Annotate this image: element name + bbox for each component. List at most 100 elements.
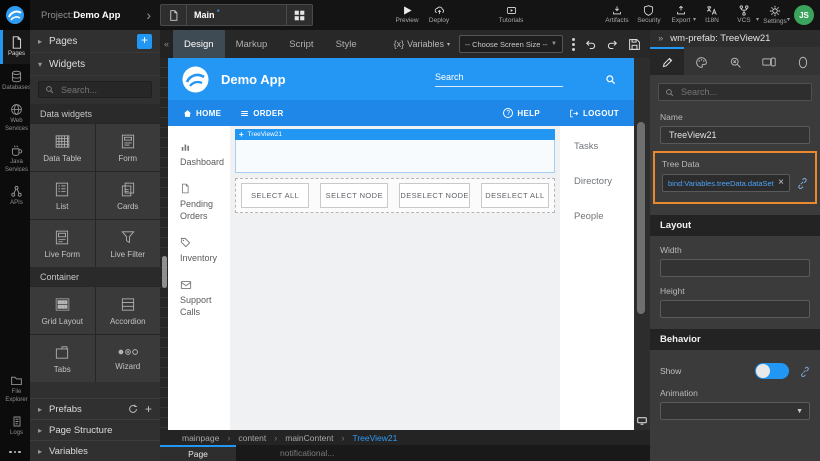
widget-accordion[interactable]: Accordion: [96, 287, 161, 334]
rail-item-pages[interactable]: Pages: [0, 30, 30, 64]
active-page[interactable]: Main *: [186, 5, 286, 25]
link-directory[interactable]: Directory: [574, 176, 634, 187]
properties-search-box[interactable]: [658, 83, 812, 101]
grid-menu-icon[interactable]: [286, 5, 312, 25]
rail-more-icon[interactable]: [0, 443, 30, 461]
widget-search-box[interactable]: [38, 81, 152, 98]
rail-item-apis[interactable]: APIs: [0, 179, 30, 213]
expand-panel-icon[interactable]: »: [658, 33, 663, 44]
link-tasks[interactable]: Tasks: [574, 141, 634, 152]
button-row-container[interactable]: SELECT ALL SELECT NODE DESELECT NODE DES…: [235, 178, 555, 213]
tab-script[interactable]: Script: [278, 30, 324, 58]
menu-dashboard[interactable]: Dashboard: [180, 142, 230, 168]
sidebar-section-page-structure[interactable]: ▸ Page Structure: [30, 419, 160, 440]
widget-list[interactable]: List: [30, 172, 95, 219]
widget-wizard[interactable]: Wizard: [96, 335, 161, 382]
ruler-scrollbar-thumb[interactable]: [162, 256, 167, 288]
breadcrumb-item[interactable]: content: [238, 433, 266, 443]
tab-styles[interactable]: [684, 47, 718, 75]
name-input[interactable]: [667, 129, 803, 141]
menu-support-calls[interactable]: Support Calls: [180, 280, 230, 318]
tab-design[interactable]: Design: [173, 30, 225, 58]
select-node-button[interactable]: SELECT NODE: [320, 183, 388, 208]
menu-pending-orders[interactable]: Pending Orders: [180, 183, 230, 222]
preview-button[interactable]: Preview: [391, 0, 423, 30]
tab-properties[interactable]: [650, 47, 684, 75]
behavior-section-header[interactable]: Behavior: [650, 329, 820, 350]
tab-device[interactable]: [752, 47, 786, 75]
app-search-field[interactable]: Search: [435, 72, 563, 87]
wavemaker-logo[interactable]: [0, 0, 30, 30]
deselect-all-button[interactable]: DESELECT ALL: [481, 183, 549, 208]
sidebar-section-pages[interactable]: ▸ Pages +: [30, 30, 160, 53]
tab-markup[interactable]: Markup: [225, 30, 279, 58]
widget-tabs[interactable]: Tabs: [30, 335, 95, 382]
artifacts-button[interactable]: Artifacts: [601, 0, 633, 30]
refresh-icon[interactable]: [128, 404, 138, 414]
nav-help[interactable]: ? HELP: [503, 108, 540, 118]
widget-search-input[interactable]: [59, 84, 145, 96]
show-bind-link-icon[interactable]: [799, 366, 810, 377]
widget-data-table[interactable]: Data Table: [30, 124, 95, 171]
redo-icon[interactable]: [606, 38, 619, 50]
i18n-button[interactable]: I18N: [696, 0, 728, 30]
deselect-node-button[interactable]: DESELECT NODE: [399, 183, 469, 208]
screen-size-select[interactable]: -- Choose Screen Size -- ▼: [459, 35, 563, 53]
width-input[interactable]: [667, 262, 803, 274]
rail-item-java-services[interactable]: Java Services: [0, 138, 30, 179]
variables-dropdown[interactable]: {x} Variables ▾: [394, 39, 450, 49]
rail-item-logs[interactable]: Logs: [0, 409, 30, 443]
select-all-button[interactable]: SELECT ALL: [241, 183, 309, 208]
more-options-icon[interactable]: [572, 43, 575, 46]
user-avatar[interactable]: JS: [794, 5, 814, 25]
canvas-fit-icon[interactable]: [637, 417, 647, 425]
nav-logout[interactable]: LOGOUT: [569, 109, 619, 118]
page-selector[interactable]: Main *: [160, 4, 313, 26]
breadcrumb-item-current[interactable]: TreeView21: [352, 433, 397, 443]
add-page-button[interactable]: +: [137, 34, 152, 49]
security-button[interactable]: Security: [633, 0, 665, 30]
name-field[interactable]: [660, 126, 810, 144]
height-input[interactable]: [667, 303, 803, 315]
rail-item-web-services[interactable]: Web Services: [0, 97, 30, 138]
width-field[interactable]: [660, 259, 810, 277]
add-prefab-button[interactable]: +: [145, 402, 152, 416]
canvas-scrollbar-thumb[interactable]: [637, 122, 645, 314]
undo-icon[interactable]: [584, 38, 597, 50]
layout-section-header[interactable]: Layout: [650, 215, 820, 236]
clear-bind-icon[interactable]: ×: [778, 178, 784, 188]
treeview-widget[interactable]: [235, 140, 555, 173]
breadcrumb-item[interactable]: mainpage: [182, 433, 219, 443]
animation-select[interactable]: ▼: [660, 402, 810, 420]
properties-search-input[interactable]: [679, 86, 805, 98]
sidebar-section-widgets[interactable]: ▾ Widgets: [30, 53, 160, 76]
widget-live-filter[interactable]: Live Filter: [96, 220, 161, 267]
tab-outline[interactable]: [786, 47, 820, 75]
rail-item-file-explorer[interactable]: File Explorer: [0, 368, 30, 409]
bind-link-icon[interactable]: [796, 177, 808, 189]
rail-item-databases[interactable]: Databases: [0, 64, 30, 98]
nav-home[interactable]: HOME: [183, 109, 221, 118]
menu-inventory[interactable]: Inventory: [180, 237, 230, 264]
tab-style[interactable]: Style: [325, 30, 368, 58]
deploy-button[interactable]: Deploy: [423, 0, 455, 30]
save-icon[interactable]: [628, 38, 641, 51]
tree-data-field[interactable]: bind:Variables.treeData.dataSet ×: [662, 174, 790, 192]
link-people[interactable]: People: [574, 211, 634, 222]
widget-live-form[interactable]: Live Form: [30, 220, 95, 267]
height-field[interactable]: [660, 300, 810, 318]
sidebar-section-prefabs[interactable]: ▸ Prefabs +: [30, 398, 160, 419]
collapse-sidebar-icon[interactable]: «: [160, 30, 173, 58]
widget-form[interactable]: Form: [96, 124, 161, 171]
widget-cards[interactable]: Cards: [96, 172, 161, 219]
tab-events[interactable]: [718, 47, 752, 75]
search-icon[interactable]: [605, 74, 616, 85]
widget-grid-layout[interactable]: Grid Layout: [30, 287, 95, 334]
sidebar-section-variables[interactable]: ▸ Variables: [30, 440, 160, 461]
tutorials-button[interactable]: Tutorials: [495, 0, 527, 30]
page-tab[interactable]: Page: [160, 445, 236, 461]
breadcrumb-item[interactable]: mainContent: [285, 433, 333, 443]
show-toggle[interactable]: [755, 363, 789, 379]
treeview-selection-label[interactable]: + TreeView21: [235, 129, 555, 140]
nav-order[interactable]: ORDER: [240, 109, 283, 118]
